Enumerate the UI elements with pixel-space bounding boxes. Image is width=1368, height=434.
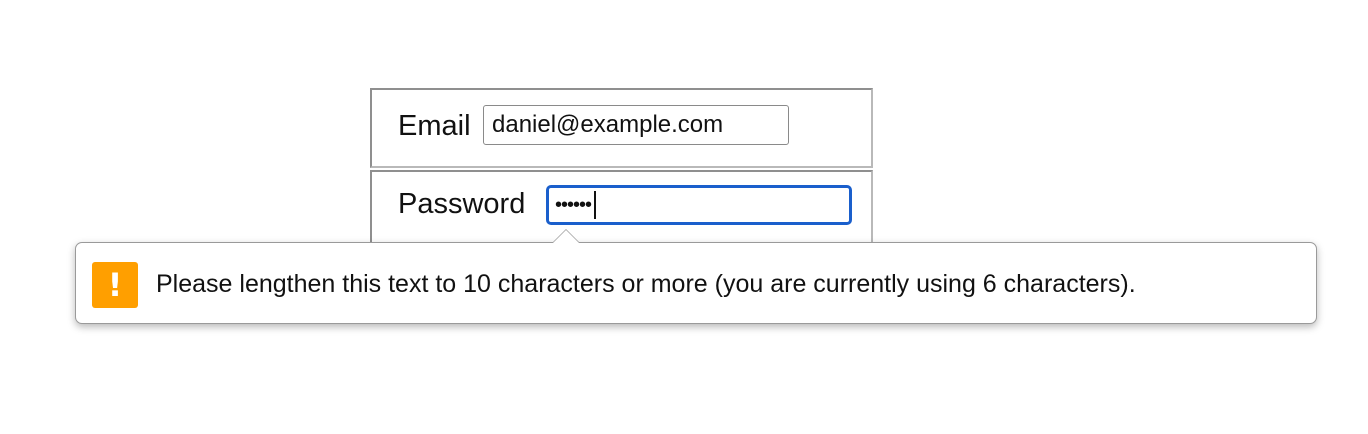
text-caret xyxy=(594,191,597,219)
password-label: Password xyxy=(398,188,526,220)
warning-icon: ! xyxy=(92,262,138,308)
email-input[interactable] xyxy=(483,105,789,145)
tooltip-arrow xyxy=(552,229,580,243)
page: Email Password •••••• ! Please lengthen … xyxy=(0,0,1368,434)
validation-tooltip: ! Please lengthen this text to 10 charac… xyxy=(75,229,1317,324)
password-input[interactable]: •••••• xyxy=(546,185,852,225)
password-masked-value: •••••• xyxy=(555,193,592,216)
email-label: Email xyxy=(398,110,471,142)
validation-message: Please lengthen this text to 10 characte… xyxy=(156,270,1136,298)
email-field-container: Email xyxy=(370,88,873,168)
